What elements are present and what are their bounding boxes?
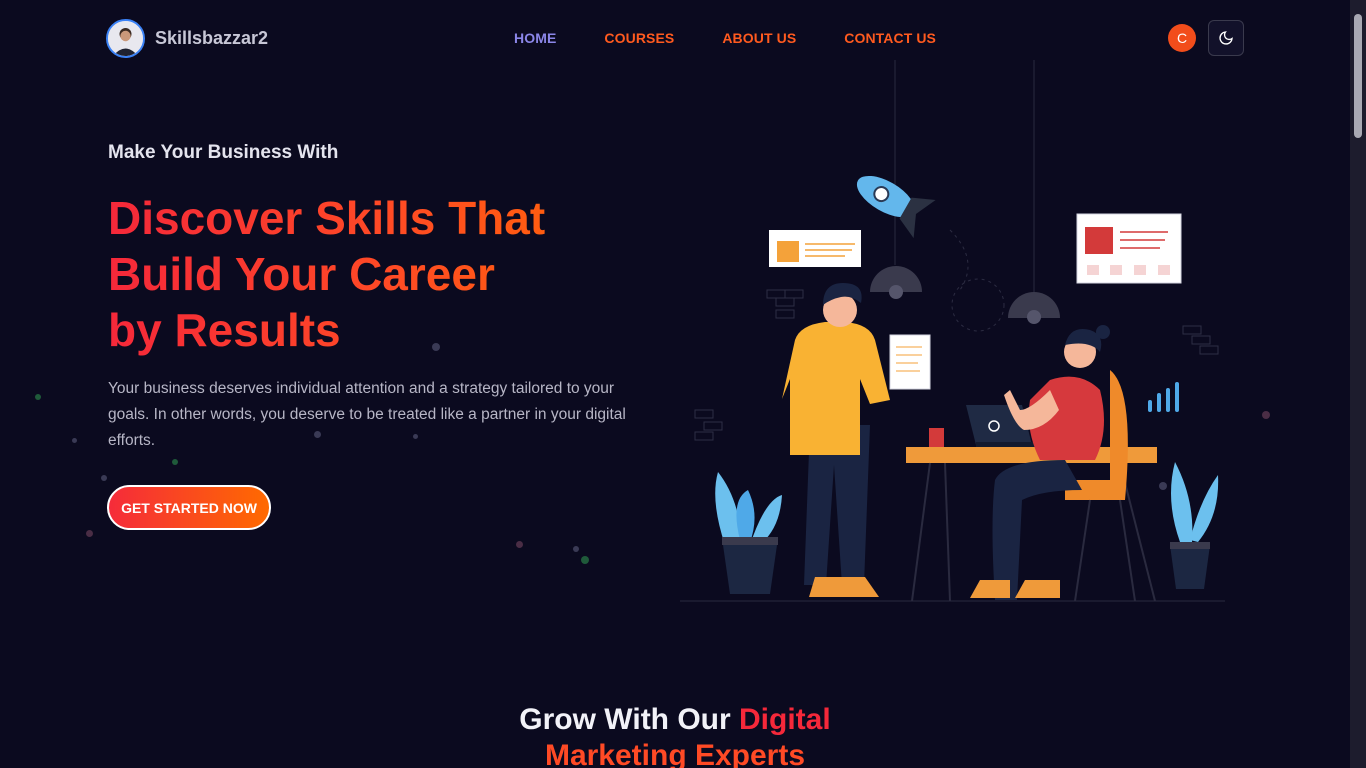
headline-line-2: Build Your Career: [108, 248, 495, 300]
decorative-dot: [516, 541, 523, 548]
decorative-dot: [573, 546, 579, 552]
decorative-dot: [101, 475, 107, 481]
moon-icon: [1219, 31, 1233, 45]
hero-eyebrow: Make Your Business With: [108, 142, 339, 163]
nav-contact-us[interactable]: CONTACT US: [844, 30, 936, 46]
decorative-dot: [581, 556, 589, 564]
main-nav: HOME COURSES ABOUT US CONTACT US: [514, 30, 936, 46]
section-title: Grow With Our Digital Marketing Experts: [0, 702, 1350, 768]
get-started-button[interactable]: GET STARTED NOW: [107, 485, 271, 530]
page-scrollbar[interactable]: [1350, 0, 1366, 768]
headline-line-1: Discover Skills That: [108, 192, 546, 244]
brand-name: Skillsbazzar2: [155, 28, 269, 48]
decorative-dot: [35, 394, 41, 400]
scrollbar-thumb[interactable]: [1354, 14, 1362, 138]
nav-home[interactable]: HOME: [514, 30, 556, 46]
theme-toggle-button[interactable]: [1208, 20, 1244, 56]
decorative-dot: [72, 438, 77, 443]
hero-illustration: [680, 60, 1240, 610]
section-title-text: Grow With Our: [519, 703, 740, 736]
decorative-dot: [86, 530, 93, 537]
nav-courses[interactable]: COURSES: [604, 30, 674, 46]
section-title-accent: Digital: [739, 703, 831, 736]
nav-about-us[interactable]: ABOUT US: [722, 30, 796, 46]
section-title-accent-2: Marketing Experts: [544, 739, 806, 768]
hero-headline: Discover Skills That Build Your Career b…: [108, 190, 668, 358]
brand-logo[interactable]: Skillsbazzar2: [106, 19, 268, 58]
avatar: [106, 19, 145, 58]
decorative-dot: [1262, 411, 1270, 419]
headline-line-3: by Results: [108, 304, 341, 356]
user-avatar-button[interactable]: C: [1168, 24, 1196, 52]
decorative-dot: [172, 459, 178, 465]
hero-description: Your business deserves individual attent…: [108, 380, 626, 449]
